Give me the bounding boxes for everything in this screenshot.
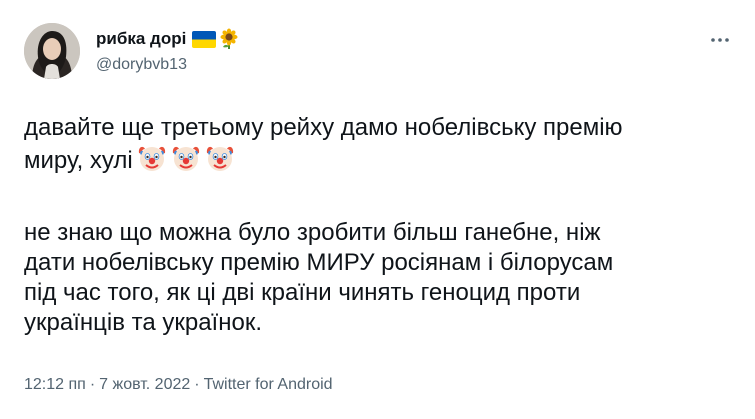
tweet-text-line-with-emojis: миру, хулі xyxy=(24,143,744,181)
tweet-timestamp-link[interactable]: 12:12 пп · 7 жовт. 2022 xyxy=(24,376,190,393)
sunflower-icon xyxy=(218,28,240,50)
author-name-row[interactable]: рибка дорі xyxy=(96,27,240,51)
more-options-icon xyxy=(711,38,729,42)
clown-face-icon xyxy=(137,143,167,181)
tweet-text-paragraph-1: давайте ще третьому рейху дамо нобелівсь… xyxy=(24,113,744,181)
tweet-metadata: 12:12 пп · 7 жовт. 2022 · Twitter for Androi… xyxy=(24,374,333,396)
author-display-name[interactable]: рибка дорі xyxy=(96,28,186,50)
tweet-text-line: українців та українок. xyxy=(24,309,262,336)
tweet-text-line: не знаю що можна було зробити більш гане… xyxy=(24,219,601,246)
tweet-date: 7 жовт. 2022 xyxy=(99,376,191,393)
tweet-card: рибка дорі @dorybvb13 давайте ще третьом… xyxy=(0,0,755,419)
tweet-source-link[interactable]: Twitter for Android xyxy=(204,376,333,393)
tweet-text-paragraph-2: не знаю що можна було зробити більш гане… xyxy=(24,218,744,338)
tweet-text-line: дати нобелівську премію МИРУ росіянам і … xyxy=(24,249,614,276)
tweet-text-line: давайте ще третьому рейху дамо нобелівсь… xyxy=(24,114,623,141)
tweet-text-line: під час того, як ці дві країни чинять ге… xyxy=(24,279,581,306)
clown-face-icon xyxy=(171,143,201,181)
clown-face-icon xyxy=(205,143,235,181)
tweet-time: 12:12 пп xyxy=(24,376,86,393)
avatar[interactable] xyxy=(24,23,80,79)
tweet-text-line: миру, хулі xyxy=(24,147,133,174)
ukraine-flag-icon xyxy=(192,30,217,48)
author-handle[interactable]: @dorybvb13 xyxy=(96,55,187,75)
meta-separator: · xyxy=(194,376,200,393)
more-options-button[interactable] xyxy=(705,30,735,50)
meta-separator: · xyxy=(89,376,96,393)
avatar-image xyxy=(24,23,80,79)
